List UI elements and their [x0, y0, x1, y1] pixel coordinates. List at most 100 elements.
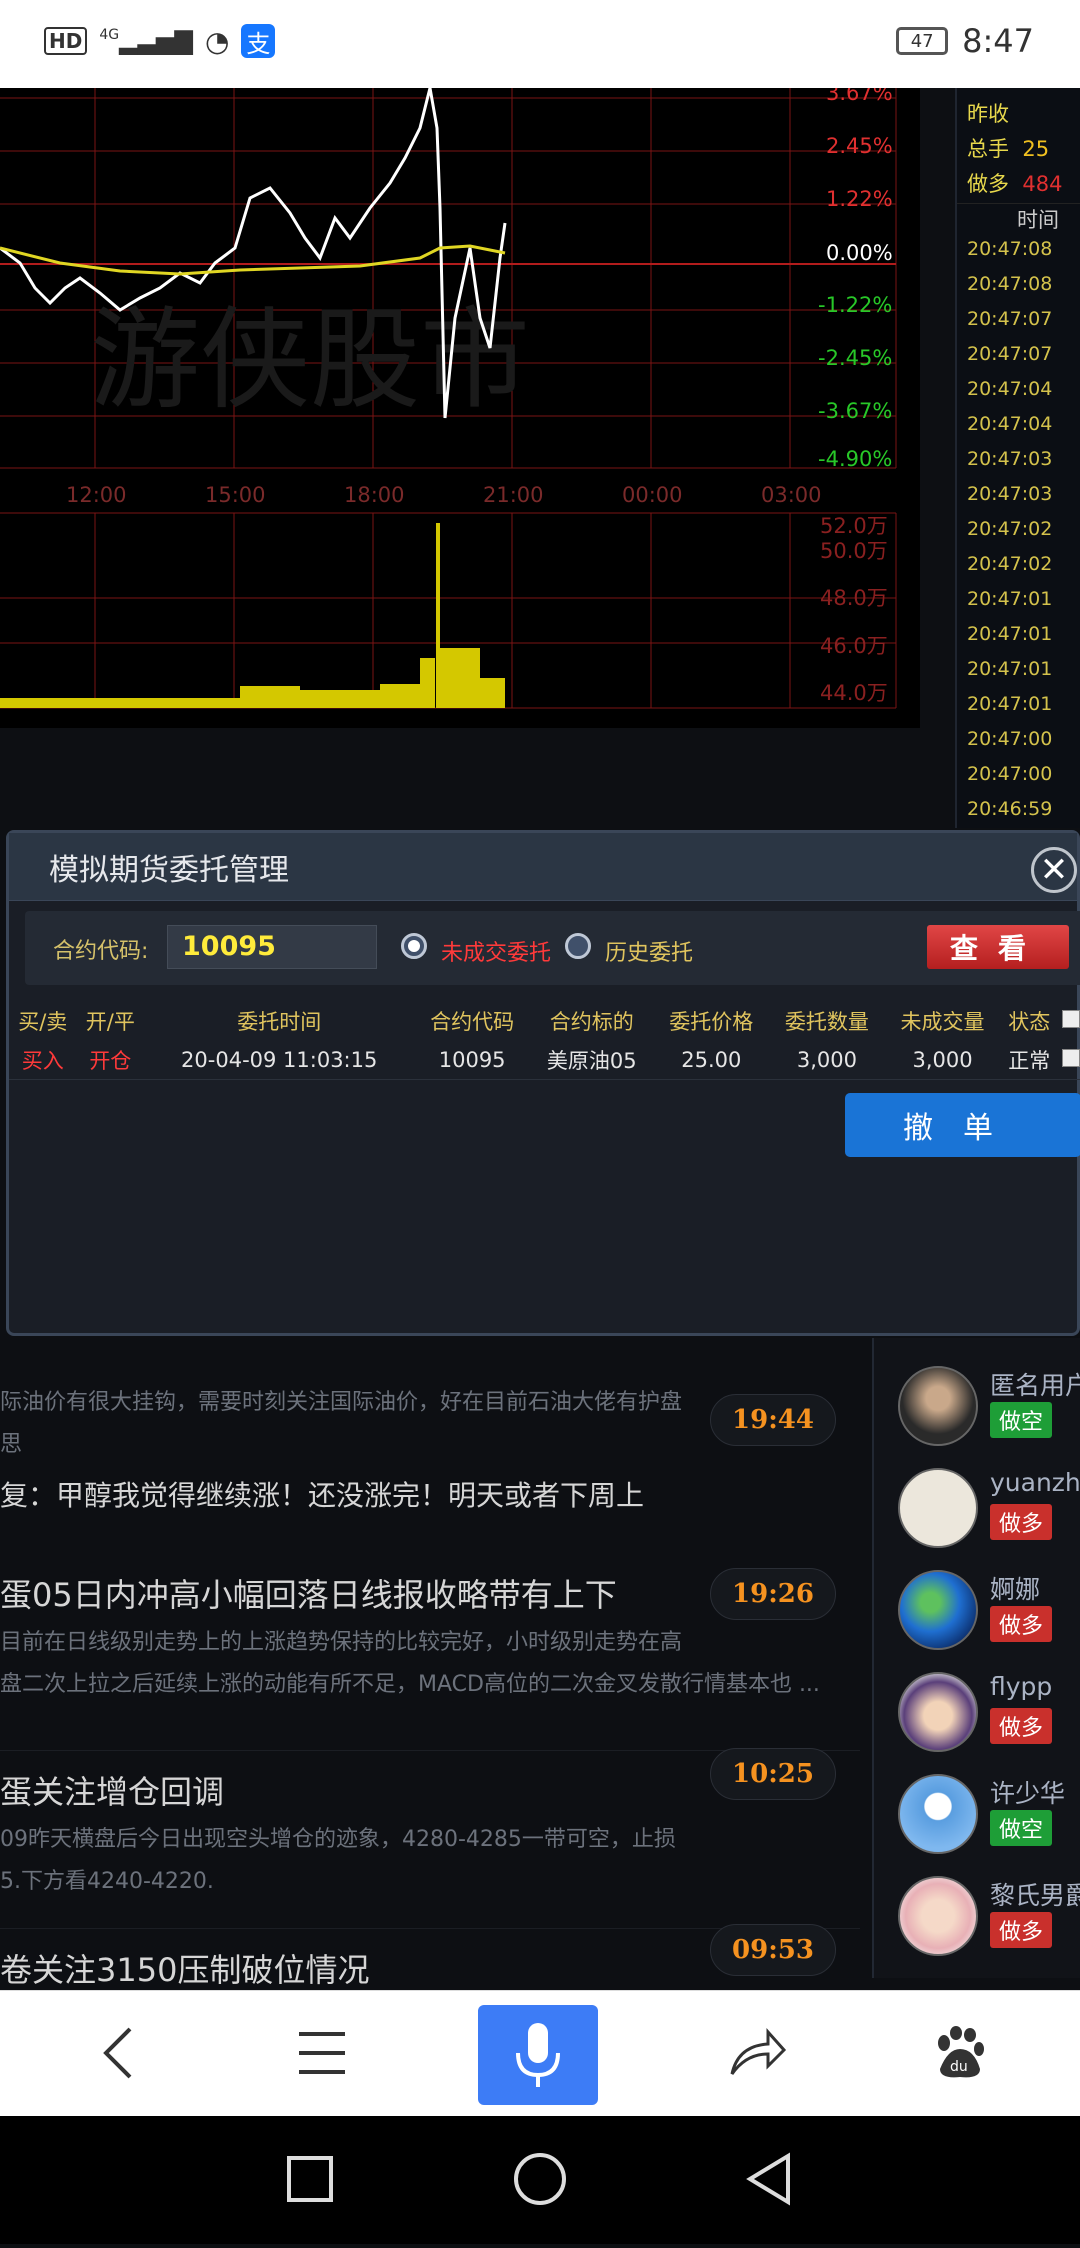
total-volume: 总手 25: [967, 137, 1050, 161]
tick-time: 20:47:08: [967, 273, 1053, 295]
time-tick-1: 15:00: [205, 483, 266, 507]
chart-svg: 游侠股市 3.67% 2.45% 1.22% 0.00% -1.22% -2.4…: [0, 81, 920, 728]
pct-tick-4: -1.22%: [818, 293, 892, 317]
time-tick-3: 21:00: [483, 483, 544, 507]
user-item[interactable]: yuanzhe 做多: [898, 1460, 1080, 1560]
cell-price: 25.00: [653, 1041, 770, 1080]
orders-header: 买/卖 开/平 委托时间 合约代码 合约标的 委托价格 委托数量 未成交量 状态: [9, 1001, 1080, 1041]
tick-time: 20:46:59: [967, 798, 1053, 820]
user-item[interactable]: flypp 做多: [898, 1664, 1080, 1764]
tick-time: 20:47:01: [967, 588, 1053, 610]
tick-time: 20:47:01: [967, 658, 1053, 680]
cell-code: 10095: [414, 1041, 530, 1080]
news-time: 09:53: [710, 1924, 836, 1976]
user-tag: 做空: [990, 1810, 1052, 1846]
query-form: 合约代码: 10095 未成交委托 历史委托 查看: [25, 911, 1080, 985]
pct-tick-0: 3.67%: [826, 88, 893, 105]
cell-unfilled: 3,000: [884, 1041, 1001, 1080]
nav-back-icon[interactable]: [746, 2152, 790, 2206]
time-tick-5: 03:00: [761, 483, 822, 507]
row-checkbox[interactable]: [1061, 1048, 1080, 1067]
time-tick-0: 12:00: [66, 483, 127, 507]
select-all-checkbox[interactable]: [1061, 1010, 1080, 1028]
dialog-title: 模拟期货委托管理: [49, 852, 289, 888]
cancel-order-button[interactable]: 撤单: [845, 1093, 1080, 1157]
cell-status: 正常: [1000, 1041, 1059, 1080]
long-count: 做多 484: [967, 172, 1063, 196]
view-button[interactable]: 查看: [927, 925, 1069, 969]
time-tick-2: 18:00: [344, 483, 405, 507]
user-item[interactable]: 黎氏男爵 做多: [898, 1868, 1080, 1968]
tick-time: 20:47:03: [967, 483, 1053, 505]
pct-tick-5: -2.45%: [818, 346, 892, 370]
recents-icon[interactable]: [287, 2156, 333, 2202]
col-code: 合约代码: [430, 1010, 515, 1034]
col-status: 状态: [1008, 1010, 1051, 1034]
close-icon[interactable]: ✕: [1031, 847, 1077, 893]
col-open-close: 开/平: [85, 1010, 135, 1034]
microphone-icon: [516, 2023, 560, 2087]
price-chart[interactable]: 游侠股市 3.67% 2.45% 1.22% 0.00% -1.22% -2.4…: [0, 81, 920, 728]
user-item[interactable]: 许少华 做空: [898, 1766, 1080, 1866]
news-time: 10:25: [710, 1748, 836, 1800]
voice-button[interactable]: [478, 2005, 598, 2105]
vol-tick-4: 44.0万: [820, 681, 888, 705]
radio-history[interactable]: [565, 933, 591, 959]
news-list: 际油价有很大挂钩，需要时刻关注国际油价，好在目前石油大佬有护盘 思 复：甲醇我觉…: [0, 1338, 860, 1990]
system-nav-bar: [0, 2116, 1080, 2244]
col-unfilled: 未成交量: [900, 1010, 985, 1034]
avatar: [898, 1672, 978, 1752]
user-tag: 做多: [990, 1606, 1052, 1642]
tick-time: 20:47:03: [967, 448, 1053, 470]
home-icon[interactable]: [514, 2153, 566, 2205]
user-name: 黎氏男爵: [990, 1881, 1080, 1910]
vol-tick-2: 48.0万: [820, 586, 888, 610]
user-item[interactable]: 匿名用户 做空: [898, 1358, 1080, 1458]
cell-side: 买入: [9, 1041, 77, 1080]
col-target: 合约标的: [549, 1010, 634, 1034]
alipay-icon: 支: [241, 24, 276, 58]
pct-tick-7: -4.90%: [818, 447, 892, 471]
menu-icon[interactable]: [282, 2013, 362, 2093]
status-bar: HD 4G▂▃▅▇ ◔ 支 47 8:47: [0, 0, 1080, 88]
baidu-paw-icon[interactable]: du: [918, 2013, 998, 2093]
share-icon[interactable]: [718, 2013, 798, 2093]
user-tag: 做多: [990, 1912, 1052, 1948]
hd-badge: HD: [44, 27, 88, 55]
tick-time: 20:47:02: [967, 518, 1053, 540]
col-qty: 委托数量: [784, 1010, 869, 1034]
svg-text:du: du: [950, 2059, 968, 2075]
avatar: [898, 1366, 978, 1446]
time-header: 时间: [957, 203, 1080, 238]
vol-tick-1: 50.0万: [820, 539, 888, 563]
user-item[interactable]: 婀娜 做多: [898, 1562, 1080, 1662]
tick-time: 20:47:00: [967, 728, 1053, 750]
user-tag: 做多: [990, 1708, 1052, 1744]
tick-time: 20:47:01: [967, 693, 1053, 715]
radio-unfilled-label[interactable]: 未成交委托: [441, 935, 551, 967]
user-name: 匿名用户: [990, 1371, 1080, 1400]
tick-time: 20:47:07: [967, 308, 1053, 330]
radio-unfilled[interactable]: [401, 933, 427, 959]
browser-toolbar: du: [0, 1990, 1080, 2116]
time-tick-4: 00:00: [622, 483, 683, 507]
tick-time: 20:47:07: [967, 343, 1053, 365]
radio-history-label[interactable]: 历史委托: [605, 935, 693, 967]
dialog-titlebar: 模拟期货委托管理: [9, 833, 1077, 901]
avatar: [898, 1468, 978, 1548]
tick-panel: 昨收 总手 25 做多 484 时间 20:47:08 20:47:08 20:47…: [955, 88, 1080, 828]
cell-select[interactable]: [1058, 1041, 1080, 1080]
table-row[interactable]: 买入 开仓 20-04-09 11:03:15 10095 美原油05 25.0…: [9, 1041, 1080, 1080]
code-input[interactable]: 10095: [167, 925, 377, 969]
news-time: 19:26: [710, 1568, 836, 1620]
col-select[interactable]: [1058, 1001, 1080, 1041]
tick-time: 20:47:04: [967, 413, 1053, 435]
news-desc: 际油价有很大挂钩，需要时刻关注国际油价，好在目前石油大佬有护盘: [0, 1390, 683, 1415]
pct-tick-1: 2.45%: [826, 134, 893, 158]
user-tag: 做空: [990, 1402, 1052, 1438]
news-desc-2: 思: [0, 1432, 23, 1457]
back-icon[interactable]: [78, 2013, 158, 2093]
avatar: [898, 1570, 978, 1650]
news-title: 复：甲醇我觉得继续涨！还没涨完！明天或者下周上: [0, 1479, 645, 1512]
pct-tick-6: -3.67%: [818, 399, 892, 423]
